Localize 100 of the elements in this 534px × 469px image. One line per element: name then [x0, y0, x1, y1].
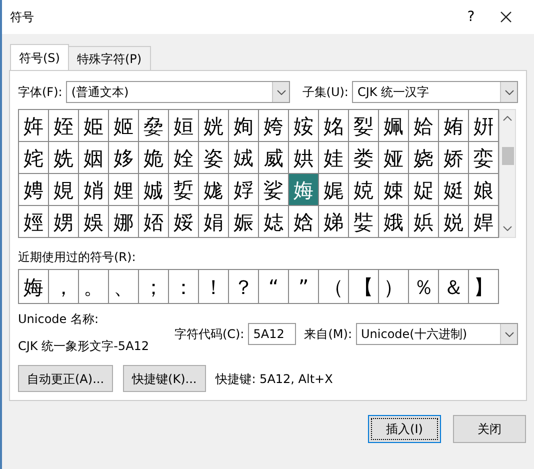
symbol-cell[interactable]: ＆: [439, 270, 469, 304]
symbol-cell[interactable]: 娂: [289, 142, 319, 174]
symbol-cell[interactable]: 娅: [379, 142, 409, 174]
symbol-cell[interactable]: 姭: [139, 110, 169, 142]
symbol-cell[interactable]: 娥: [379, 206, 409, 238]
symbol-cell[interactable]: 娙: [19, 206, 49, 238]
symbol-cell[interactable]: 娚: [49, 206, 79, 238]
symbol-cell[interactable]: 娡: [259, 206, 289, 238]
symbol-cell[interactable]: “: [259, 270, 289, 304]
symbol-cell[interactable]: 姲: [289, 110, 319, 142]
dropdown-button[interactable]: [500, 82, 517, 102]
symbol-cell[interactable]: 姶: [409, 110, 439, 142]
dropdown-field[interactable]: (普通文本): [66, 81, 290, 103]
symbol-cell[interactable]: 娏: [199, 174, 229, 206]
symbol-cell[interactable]: 娦: [409, 206, 439, 238]
symbol-cell[interactable]: 姳: [319, 110, 349, 142]
symbol-cell[interactable]: 姩: [19, 110, 49, 142]
field-label: 来自(M):: [304, 326, 352, 343]
symbol-cell[interactable]: 姯: [199, 110, 229, 142]
symbol-cell[interactable]: 娗: [439, 174, 469, 206]
symbol-cell[interactable]: 娛: [79, 206, 109, 238]
symbol-cell[interactable]: 姽: [139, 142, 169, 174]
unicode-name: CJK 统一象形文字-5A12: [18, 338, 150, 355]
symbol-cell[interactable]: 娤: [349, 206, 379, 238]
symbol-cell[interactable]: 娀: [229, 142, 259, 174]
symbol-cell[interactable]: 【: [349, 270, 379, 304]
symbol-cell[interactable]: ；: [139, 270, 169, 304]
dropdown-button[interactable]: [500, 324, 517, 344]
tab[interactable]: 特殊字符(P): [68, 46, 151, 70]
action-button[interactable]: 自动更正(A)...: [18, 365, 114, 392]
tab[interactable]: 符号(S): [10, 44, 69, 70]
symbol-cell[interactable]: ”: [289, 270, 319, 304]
symbol-cell[interactable]: 姪: [49, 110, 79, 142]
scrollbar-thumb[interactable]: [502, 147, 514, 165]
symbol-cell[interactable]: 娉: [19, 174, 49, 206]
symbol-cell[interactable]: 威: [259, 142, 289, 174]
symbol-cell[interactable]: 娢: [289, 206, 319, 238]
symbol-cell[interactable]: ？: [229, 270, 259, 304]
symbol-cell[interactable]: 娆: [409, 142, 439, 174]
symbol-cell[interactable]: 娖: [409, 174, 439, 206]
symbol-cell[interactable]: 、: [109, 270, 139, 304]
symbol-cell[interactable]: 娈: [469, 142, 499, 174]
scrollbar[interactable]: [499, 109, 516, 238]
symbol-cell[interactable]: 娋: [79, 174, 109, 206]
symbol-cell[interactable]: 娔: [349, 174, 379, 206]
symbol-cell[interactable]: ：: [169, 270, 199, 304]
symbol-cell[interactable]: 娨: [469, 206, 499, 238]
symbol-cell[interactable]: 娇: [439, 142, 469, 174]
dialog-button[interactable]: 插入(I): [368, 415, 441, 443]
chevron-down-icon: [276, 90, 286, 94]
symbol-cell[interactable]: 姰: [229, 110, 259, 142]
action-button[interactable]: 快捷键(K)...: [123, 365, 206, 392]
symbol-cell[interactable]: ）: [379, 270, 409, 304]
symbol-cell[interactable]: 娎: [169, 174, 199, 206]
symbol-cell[interactable]: 姻: [79, 142, 109, 174]
symbol-cell[interactable]: 娕: [379, 174, 409, 206]
symbol-cell[interactable]: 姹: [19, 142, 49, 174]
symbol-cell[interactable]: 娄: [349, 142, 379, 174]
symbol-cell[interactable]: 娌: [109, 174, 139, 206]
dialog-button[interactable]: 关闭: [453, 415, 526, 443]
symbol-cell[interactable]: 姼: [109, 142, 139, 174]
symbol-cell[interactable]: 姱: [259, 110, 289, 142]
symbol-cell[interactable]: 娒: [289, 174, 319, 206]
window-title: 符号: [10, 9, 35, 26]
symbol-cell[interactable]: 姺: [49, 142, 79, 174]
symbol-cell[interactable]: 娘: [469, 174, 499, 206]
help-button[interactable]: ?: [456, 6, 486, 28]
input-field[interactable]: 5A12: [248, 323, 296, 345]
symbol-cell[interactable]: ！: [199, 270, 229, 304]
symbol-cell[interactable]: 娜: [109, 206, 139, 238]
symbol-cell[interactable]: 娒: [19, 270, 49, 304]
symbol-cell[interactable]: ，: [49, 270, 79, 304]
symbol-cell[interactable]: 娧: [439, 206, 469, 238]
symbol-cell[interactable]: 姵: [379, 110, 409, 142]
symbol-cell[interactable]: 娣: [319, 206, 349, 238]
dropdown-field[interactable]: CJK 统一汉字: [352, 81, 518, 103]
symbol-cell[interactable]: 姷: [439, 110, 469, 142]
symbol-cell[interactable]: 姸: [469, 110, 499, 142]
dropdown-field[interactable]: Unicode(十六进制): [356, 323, 518, 345]
symbol-cell[interactable]: 娠: [229, 206, 259, 238]
symbol-cell[interactable]: 姴: [349, 110, 379, 142]
symbol-cell[interactable]: 】: [469, 270, 499, 304]
symbol-cell[interactable]: 娓: [319, 174, 349, 206]
symbol-cell[interactable]: 娐: [229, 174, 259, 206]
symbol-cell[interactable]: 姫: [79, 110, 109, 142]
symbol-cell[interactable]: 娞: [169, 206, 199, 238]
symbol-cell[interactable]: 娃: [319, 142, 349, 174]
symbol-cell[interactable]: ％: [409, 270, 439, 304]
symbol-cell[interactable]: 姮: [169, 110, 199, 142]
symbol-cell[interactable]: 娑: [259, 174, 289, 206]
symbol-cell[interactable]: 姿: [199, 142, 229, 174]
symbol-cell[interactable]: 娊: [49, 174, 79, 206]
symbol-cell[interactable]: 娟: [199, 206, 229, 238]
symbol-cell[interactable]: 娍: [139, 174, 169, 206]
symbol-cell[interactable]: 娝: [139, 206, 169, 238]
symbol-cell[interactable]: 姬: [109, 110, 139, 142]
symbol-cell[interactable]: 。: [79, 270, 109, 304]
dropdown-button[interactable]: [272, 82, 290, 102]
symbol-cell[interactable]: （: [319, 270, 349, 304]
symbol-cell[interactable]: 姾: [169, 142, 199, 174]
